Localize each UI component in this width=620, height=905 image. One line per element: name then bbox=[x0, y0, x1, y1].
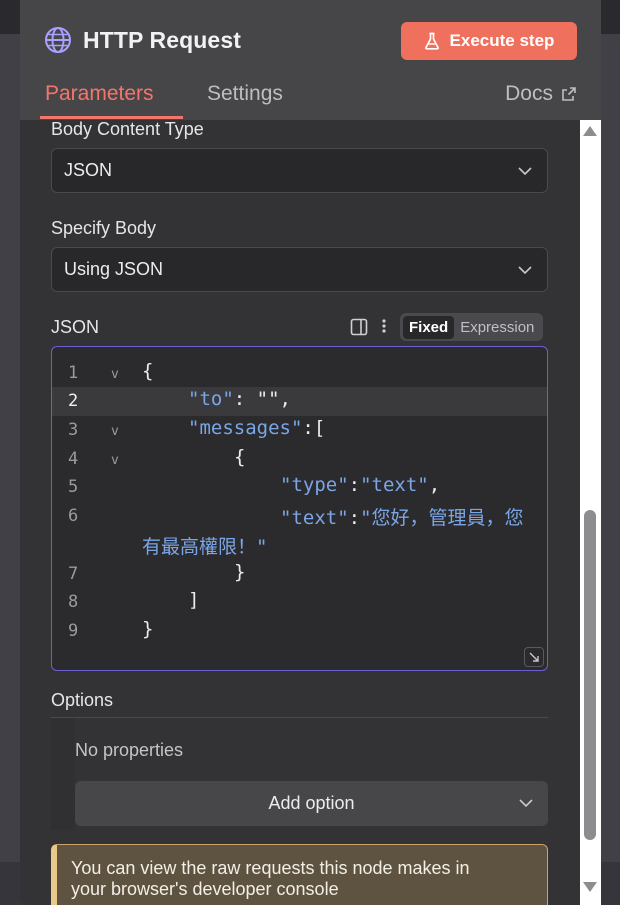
vertical-dots-icon[interactable] bbox=[378, 318, 390, 336]
json-punct: :[ bbox=[302, 417, 326, 439]
code-text: } bbox=[234, 561, 246, 583]
fold-toggle-icon[interactable]: v bbox=[111, 424, 119, 439]
flask-icon bbox=[424, 32, 439, 50]
json-punct: , bbox=[428, 474, 441, 496]
code-text: "text":"您好，管理員，您 bbox=[280, 503, 524, 530]
json-punct: : bbox=[348, 474, 361, 496]
docs-label: Docs bbox=[505, 82, 553, 105]
line-number: 5 bbox=[68, 477, 79, 497]
json-string: 有最高權限！" bbox=[142, 536, 268, 558]
body-content-type-label: Body Content Type bbox=[51, 119, 204, 139]
json-string: "您好，管理員，您 bbox=[360, 507, 524, 529]
line-number: 7 bbox=[68, 564, 79, 584]
scroll-up-arrow-icon[interactable] bbox=[582, 124, 598, 138]
external-link-icon bbox=[562, 87, 576, 101]
tab-settings[interactable]: Settings bbox=[207, 82, 283, 106]
add-option-label: Add option bbox=[268, 793, 355, 813]
chevron-down-icon bbox=[519, 799, 533, 808]
json-code-editor[interactable]: 1 v { 2 "to": "", 3 v "messages":[ 4 v {… bbox=[51, 346, 548, 671]
options-divider bbox=[51, 717, 548, 718]
code-line: 7 } bbox=[52, 560, 547, 589]
fold-toggle-icon[interactable]: v bbox=[111, 453, 119, 468]
line-number: 8 bbox=[68, 592, 79, 612]
fold-toggle-icon[interactable]: v bbox=[111, 367, 119, 382]
notice-line-1: You can view the raw requests this node … bbox=[71, 858, 470, 878]
body-content-type-select[interactable]: JSON bbox=[51, 148, 548, 193]
code-line: 5 "type":"text", bbox=[52, 473, 547, 502]
code-line: 1 v { bbox=[52, 359, 547, 388]
line-number: 6 bbox=[68, 506, 79, 526]
options-indent bbox=[51, 718, 75, 830]
json-label: JSON bbox=[51, 317, 100, 337]
line-number: 2 bbox=[68, 391, 79, 411]
json-field-tools: Fixed Expression bbox=[350, 313, 544, 341]
json-string: "text" bbox=[360, 474, 429, 496]
globe-icon bbox=[45, 27, 71, 53]
json-key: "type" bbox=[280, 474, 349, 496]
scroll-down-arrow-icon[interactable] bbox=[582, 880, 598, 894]
add-option-button[interactable]: Add option bbox=[75, 781, 548, 826]
split-panel-icon[interactable] bbox=[350, 318, 368, 336]
json-punct: : "", bbox=[233, 388, 291, 410]
json-key: "to" bbox=[188, 388, 234, 410]
code-line: 3 v "messages":[ bbox=[52, 416, 547, 445]
code-line: 8 ] bbox=[52, 588, 547, 617]
json-key: "messages" bbox=[188, 417, 303, 439]
line-number: 9 bbox=[68, 621, 79, 641]
execute-step-button[interactable]: Execute step bbox=[401, 22, 577, 60]
chevron-down-icon bbox=[518, 266, 532, 275]
specify-body-select[interactable]: Using JSON bbox=[51, 247, 548, 292]
docs-link[interactable]: Docs bbox=[505, 82, 577, 106]
code-text: { bbox=[234, 446, 246, 468]
developer-console-notice: You can view the raw requests this node … bbox=[51, 844, 548, 905]
line-number: 3 bbox=[68, 420, 79, 440]
json-punct: : bbox=[348, 507, 361, 529]
specify-body-label: Specify Body bbox=[51, 218, 157, 238]
code-text: "to": "", bbox=[188, 388, 291, 410]
resize-icon[interactable] bbox=[524, 647, 544, 667]
fixed-mode-option[interactable]: Fixed bbox=[403, 315, 455, 339]
node-title: HTTP Request bbox=[83, 26, 241, 53]
code-line: 4 v { bbox=[52, 445, 547, 474]
code-text: "type":"text", bbox=[280, 474, 440, 496]
code-line-wrap: 有最高權限！" bbox=[52, 531, 547, 560]
json-key: "text" bbox=[280, 507, 349, 529]
notice-line-2: your browser's developer console bbox=[71, 879, 339, 899]
node-details-panel: HTTP Request Execute step Parameters Set… bbox=[20, 0, 601, 905]
code-text: "messages":[ bbox=[188, 417, 325, 439]
node-title-row: HTTP Request bbox=[44, 22, 241, 58]
fixed-expression-toggle: Fixed Expression bbox=[400, 313, 544, 341]
code-line: 9 } bbox=[52, 617, 547, 646]
panel-header: HTTP Request Execute step Parameters Set… bbox=[20, 0, 601, 120]
code-line: 6 "text":"您好，管理員，您 bbox=[52, 502, 547, 531]
code-text: } bbox=[142, 618, 154, 640]
expression-mode-option[interactable]: Expression bbox=[454, 316, 540, 339]
chevron-down-icon bbox=[518, 167, 532, 176]
no-properties-text: No properties bbox=[75, 740, 184, 760]
specify-body-value: Using JSON bbox=[64, 259, 164, 279]
body-content-type-value: JSON bbox=[64, 160, 113, 180]
options-label: Options bbox=[51, 690, 114, 710]
line-number: 4 bbox=[68, 449, 79, 469]
code-line-current: 2 "to": "", bbox=[52, 387, 547, 416]
scrollbar-thumb[interactable] bbox=[584, 510, 596, 840]
execute-step-label: Execute step bbox=[449, 31, 555, 50]
tab-parameters[interactable]: Parameters bbox=[45, 82, 154, 106]
line-number: 1 bbox=[68, 363, 79, 383]
code-text: ] bbox=[188, 589, 200, 611]
code-text: { bbox=[142, 360, 154, 382]
